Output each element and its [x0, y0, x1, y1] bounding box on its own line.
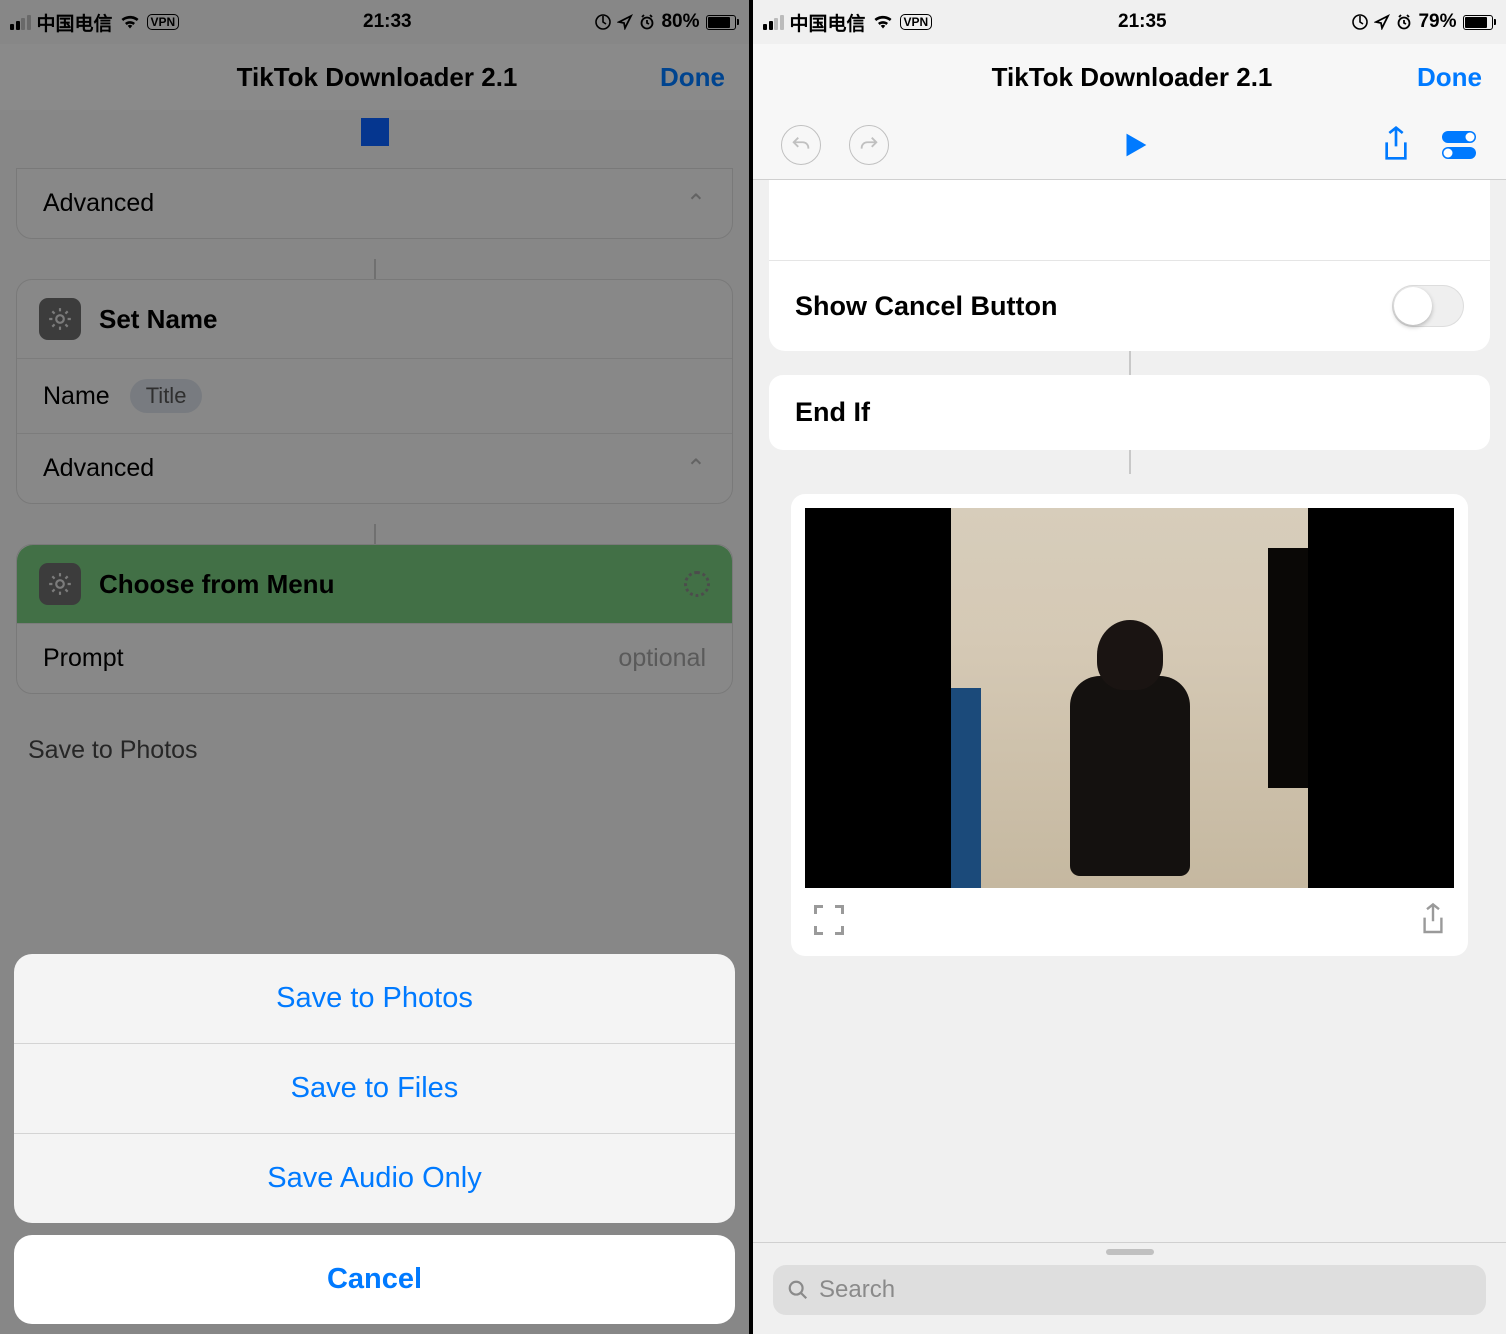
sheet-option-save-audio[interactable]: Save Audio Only [14, 1134, 735, 1223]
end-if-block: End If [769, 375, 1490, 450]
show-cancel-label: Show Cancel Button [795, 291, 1058, 322]
vpn-badge: VPN [900, 14, 933, 30]
sheet-cancel-button[interactable]: Cancel [14, 1235, 735, 1324]
toolbar [753, 110, 1506, 180]
search-icon [787, 1279, 809, 1301]
sheet-option-save-photos[interactable]: Save to Photos [14, 954, 735, 1044]
carrier-label: 中国电信 [790, 9, 866, 36]
grab-handle[interactable] [1106, 1249, 1154, 1255]
nav-bar: TikTok Downloader 2.1 Done [753, 44, 1506, 110]
alarm-icon [1396, 14, 1412, 30]
battery-pct: 79% [1418, 11, 1456, 33]
redo-button[interactable] [849, 125, 889, 165]
status-bar: 中国电信 VPN 21:35 79% [753, 0, 1506, 44]
undo-button[interactable] [781, 125, 821, 165]
search-input[interactable]: Search [773, 1265, 1486, 1315]
lock-icon [1352, 13, 1368, 31]
search-placeholder: Search [819, 1276, 895, 1304]
wifi-icon [872, 14, 894, 30]
page-title: TikTok Downloader 2.1 [847, 62, 1417, 93]
video-thumbnail[interactable] [805, 508, 1454, 888]
sheet-option-save-files[interactable]: Save to Files [14, 1044, 735, 1134]
share-result-icon[interactable] [1418, 902, 1448, 938]
search-panel[interactable]: Search [753, 1242, 1506, 1334]
settings-toggle-button[interactable] [1440, 128, 1478, 162]
expand-icon[interactable] [811, 902, 847, 938]
share-button[interactable] [1380, 125, 1412, 165]
battery-icon [1463, 15, 1497, 30]
action-sheet: Save to Photos Save to Files Save Audio … [14, 954, 735, 1324]
play-button[interactable] [1118, 126, 1152, 164]
done-button[interactable]: Done [1417, 62, 1482, 93]
result-preview-card [791, 494, 1468, 956]
location-icon [1374, 14, 1390, 30]
signal-icon [763, 15, 784, 30]
blank-row [769, 180, 1490, 260]
show-cancel-toggle[interactable] [1392, 285, 1464, 327]
status-time: 21:35 [1118, 11, 1167, 33]
